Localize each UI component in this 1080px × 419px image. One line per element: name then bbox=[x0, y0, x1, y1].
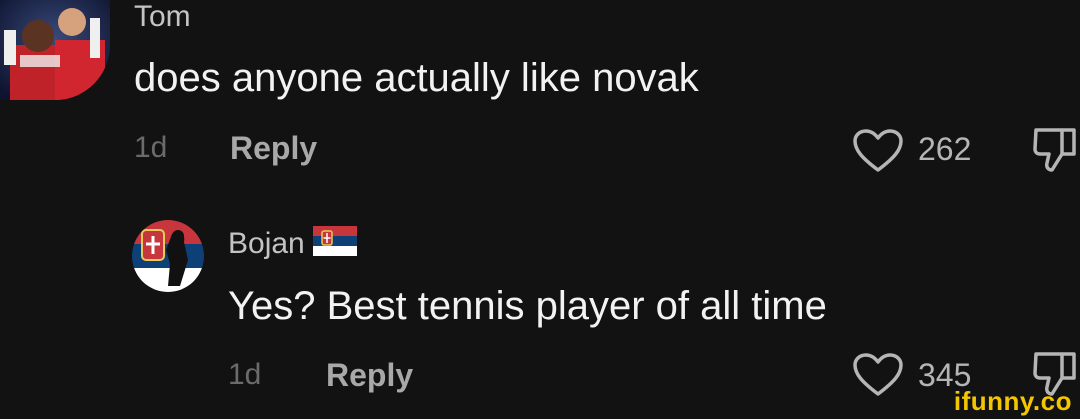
comment-text: does anyone actually like novak bbox=[134, 56, 699, 100]
reply-button[interactable]: Reply bbox=[230, 130, 317, 167]
avatar[interactable] bbox=[132, 220, 204, 292]
comment-username[interactable]: Bojan bbox=[228, 227, 305, 260]
avatar-image bbox=[0, 0, 110, 100]
comment-timestamp: 1d bbox=[134, 131, 168, 164]
reply-button[interactable]: Reply bbox=[326, 357, 413, 394]
comment-username[interactable]: Tom bbox=[134, 0, 191, 34]
avatar[interactable] bbox=[0, 0, 110, 100]
thumbs-down-icon[interactable] bbox=[1032, 124, 1080, 176]
heart-outline-icon[interactable] bbox=[852, 352, 904, 398]
serbia-flag-icon bbox=[313, 226, 358, 264]
ifunny-watermark: ifunny.co bbox=[953, 386, 1072, 416]
heart-outline-icon[interactable] bbox=[852, 128, 904, 174]
comment-text: Yes? Best tennis player of all time bbox=[228, 284, 827, 328]
username-row: Bojan bbox=[228, 226, 358, 264]
like-count: 262 bbox=[918, 131, 972, 167]
avatar-image bbox=[132, 220, 204, 292]
comment-timestamp: 1d bbox=[228, 358, 262, 391]
